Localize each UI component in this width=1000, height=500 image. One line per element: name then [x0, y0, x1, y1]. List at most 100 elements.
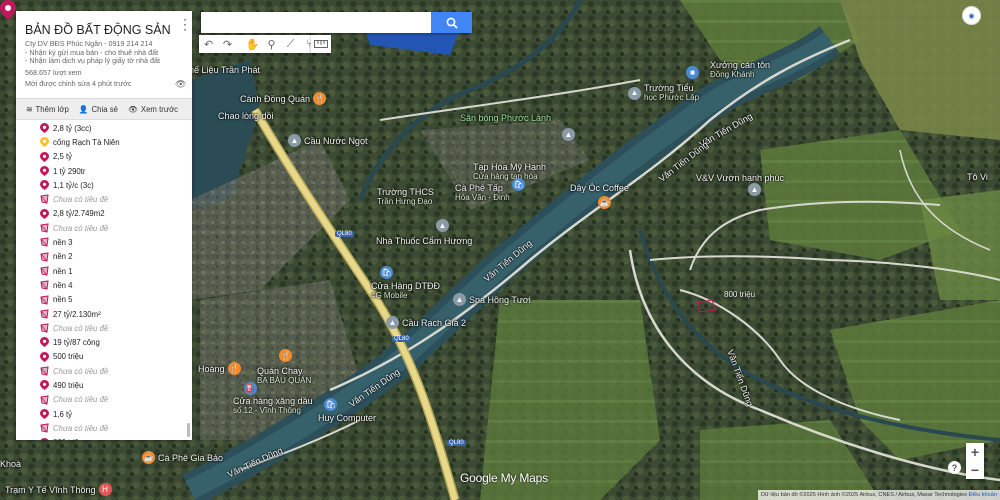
map-pin-icon[interactable]	[0, 0, 16, 20]
help-button[interactable]: ?	[948, 461, 961, 474]
layer-item[interactable]: nền 2	[16, 250, 186, 264]
shopping-bag-icon: 🛍	[324, 398, 337, 411]
poi-huy-marker[interactable]: 🛍	[324, 398, 337, 411]
poi-sublabel: Cửa hàng tạp hóa	[473, 172, 538, 181]
poi-generic-marker[interactable]: ▲	[562, 128, 575, 141]
poi-xuong-can-ton[interactable]: Xưởng cán tôn Đồng Khánh	[710, 60, 770, 80]
layer-item[interactable]: Chưa có tiêu đề	[16, 221, 186, 235]
poi-nha-thuoc[interactable]: Nhà Thuốc Cẩm Hương	[376, 236, 472, 246]
landmark-icon: ▲	[288, 134, 301, 147]
hand-icon[interactable]: ✋	[243, 35, 262, 53]
poi-gas-marker[interactable]: ⛽	[244, 382, 257, 395]
last-edited: Mới được chỉnh sửa 4 phút trước	[25, 79, 132, 88]
poi-tram-y-te[interactable]: Trạm Y Tế Vĩnh Thông H	[5, 483, 112, 496]
layer-item[interactable]: nền 3	[16, 235, 186, 249]
eye-icon[interactable]: 👁	[175, 79, 186, 89]
layer-item[interactable]: 1 tỷ 290tr	[16, 164, 186, 178]
poi-spa-hong-tuoi[interactable]: ▲ Spa Hồng Tươi	[453, 293, 531, 306]
poi-quan-chay[interactable]: Quán Chay BA BÁU QUÁN	[257, 366, 311, 386]
poi-hoang[interactable]: Hoàng 🍴	[198, 362, 241, 375]
layer-item-label: 2,5 tỷ	[53, 152, 73, 162]
search-input[interactable]	[201, 12, 431, 33]
layer-item[interactable]: nền 1	[16, 264, 186, 278]
poi-canh-dong-quan[interactable]: Cánh Đồng Quán 🍴	[240, 92, 327, 105]
poi-xuong-marker[interactable]: ■	[686, 66, 699, 79]
zoom-in-button[interactable]: +	[966, 443, 984, 461]
preview-button[interactable]: 👁 Xem trước	[128, 105, 178, 114]
poi-truong-tieu-hoc[interactable]: ▲ Trường Tiểu học Phước Lập	[628, 83, 699, 103]
poi-sublabel: Trần Hưng Đạo	[377, 197, 433, 206]
poi-to-vi[interactable]: Tô Vi	[967, 172, 988, 182]
layer-item[interactable]: 490 triệu	[16, 378, 186, 392]
marker-icon[interactable]: ⚲	[262, 35, 281, 53]
poi-huy-computer[interactable]: Huy Computer	[318, 413, 376, 423]
poi-khoa[interactable]: Khoá	[0, 459, 21, 469]
map-toolbar: ↶ ↷ ✋ ⚲ ⟋ ⑂	[199, 35, 319, 53]
poi-quan-chay-marker[interactable]: 🍴	[279, 349, 292, 362]
layer-item[interactable]: 2,8 tỷ/2.749m2	[16, 207, 186, 221]
poi-dtdd-marker[interactable]: 🛍	[380, 266, 393, 279]
layer-item[interactable]: Chưa có tiêu đề	[16, 421, 186, 435]
avatar[interactable]: ◉	[962, 6, 981, 25]
shopping-bag-icon: 🛍	[380, 266, 393, 279]
line-icon[interactable]: ⟋	[281, 35, 300, 53]
poi-pharmacy-marker[interactable]: ▲	[436, 219, 449, 232]
layer-item[interactable]: Chưa có tiêu đề	[16, 192, 186, 206]
layer-item-label: Chưa có tiêu đề	[53, 223, 109, 233]
polygon-icon	[40, 252, 49, 262]
poi-sublabel: học Phước Lập	[644, 93, 700, 102]
layer-item[interactable]: 19 tỷ/87 công	[16, 335, 186, 349]
redo-icon[interactable]: ↷	[218, 35, 237, 53]
more-options-icon[interactable]: ⋮	[178, 17, 192, 31]
ruler-icon[interactable]	[311, 35, 331, 53]
scrollbar[interactable]	[187, 423, 190, 437]
poi-cua-hang-xang-dau[interactable]: Cửa hàng xăng dầu số 12 - Vĩnh Thông	[233, 396, 313, 416]
poi-day-oc-coffee[interactable]: Dây Óc Coffee	[570, 183, 629, 193]
poi-truong-thcs[interactable]: Trường THCS Trần Hưng Đạo	[377, 187, 434, 207]
layer-item[interactable]: nền 5	[16, 293, 186, 307]
poi-label: Trường THCS	[377, 187, 434, 197]
landmark-icon: ▲	[748, 183, 761, 196]
layer-item[interactable]: Chưa có tiêu đề	[16, 321, 186, 335]
add-layer-button[interactable]: ≋ Thêm lớp	[26, 105, 69, 114]
poi-phe-lieu[interactable]: Phế Liệu Trần Phát	[183, 65, 260, 75]
zoom-out-button[interactable]: −	[966, 461, 984, 479]
search-button[interactable]	[431, 12, 472, 33]
polygon-icon	[40, 266, 49, 276]
search-icon	[446, 17, 458, 29]
layer-item[interactable]: 1,6 tỷ	[16, 407, 186, 421]
layer-item[interactable]: 800 triệu	[16, 436, 186, 440]
layer-item[interactable]: 1,1 tỷ/c (3c)	[16, 178, 186, 192]
poi-san-bong[interactable]: Sân bóng Phước Lành	[460, 113, 551, 123]
poi-label: Cánh Đồng Quán	[240, 93, 311, 104]
poi-tap-hoa-my-hanh[interactable]: Tạp Hóa Mỹ Hạnh Cửa hàng tạp hóa	[473, 162, 546, 182]
map-title[interactable]: BẢN ĐỒ BẤT ĐỘNG SẢN	[25, 23, 171, 37]
layer-item[interactable]: Chưa có tiêu đề	[16, 393, 186, 407]
layer-item[interactable]: cống Rạch Tà Niên	[16, 135, 186, 149]
layer-item-label: 1,6 tỷ	[53, 409, 73, 419]
search-bar[interactable]	[201, 12, 472, 33]
layer-item[interactable]: 2,5 tỷ	[16, 150, 186, 164]
poi-sublabel: BA BÁU QUÁN	[257, 376, 312, 385]
undo-icon[interactable]: ↶	[199, 35, 218, 53]
poi-chao-long[interactable]: Chao lòng dồi	[218, 111, 274, 121]
poi-vv-vuon[interactable]: V&V Vườn hạnh phúc	[696, 173, 784, 183]
terms-link[interactable]: Điều khoản	[969, 492, 997, 498]
placemark-icon	[40, 180, 49, 191]
poi-cua-hang-dtdd[interactable]: Cửa Hàng DTĐĐ 4G Mobile	[371, 281, 440, 301]
poi-cau-nuoc-ngot[interactable]: ▲ Cầu Nước Ngọt	[288, 134, 367, 147]
share-button[interactable]: 👤 Chia sẻ	[79, 105, 118, 114]
poi-ca-phe-gia-bao[interactable]: ☕ Cà Phê Gia Bảo	[142, 451, 223, 464]
layer-item[interactable]: 27 tỷ/2.130m²	[16, 307, 186, 321]
poi-cau-rach-gia[interactable]: ▲ Cầu Rạch Giá 2	[386, 316, 466, 329]
poi-ca-phe-tap[interactable]: Cà Phê Tấp Hóa Văn - Đinh	[455, 183, 510, 203]
poi-vv-marker[interactable]: ▲	[748, 183, 761, 196]
layer-item[interactable]: 500 triệu	[16, 350, 186, 364]
layer-item[interactable]: Chưa có tiêu đề	[16, 364, 186, 378]
poi-coffee-marker[interactable]: ☕	[598, 196, 611, 209]
zoom-control: + −	[966, 443, 984, 479]
layer-item[interactable]: nền 4	[16, 278, 186, 292]
poi-shop-marker[interactable]: 🛍	[512, 178, 525, 191]
layer-item-label: 1,1 tỷ/c (3c)	[53, 180, 94, 190]
layer-item[interactable]: 2,8 tỷ (3cc)	[16, 121, 186, 135]
